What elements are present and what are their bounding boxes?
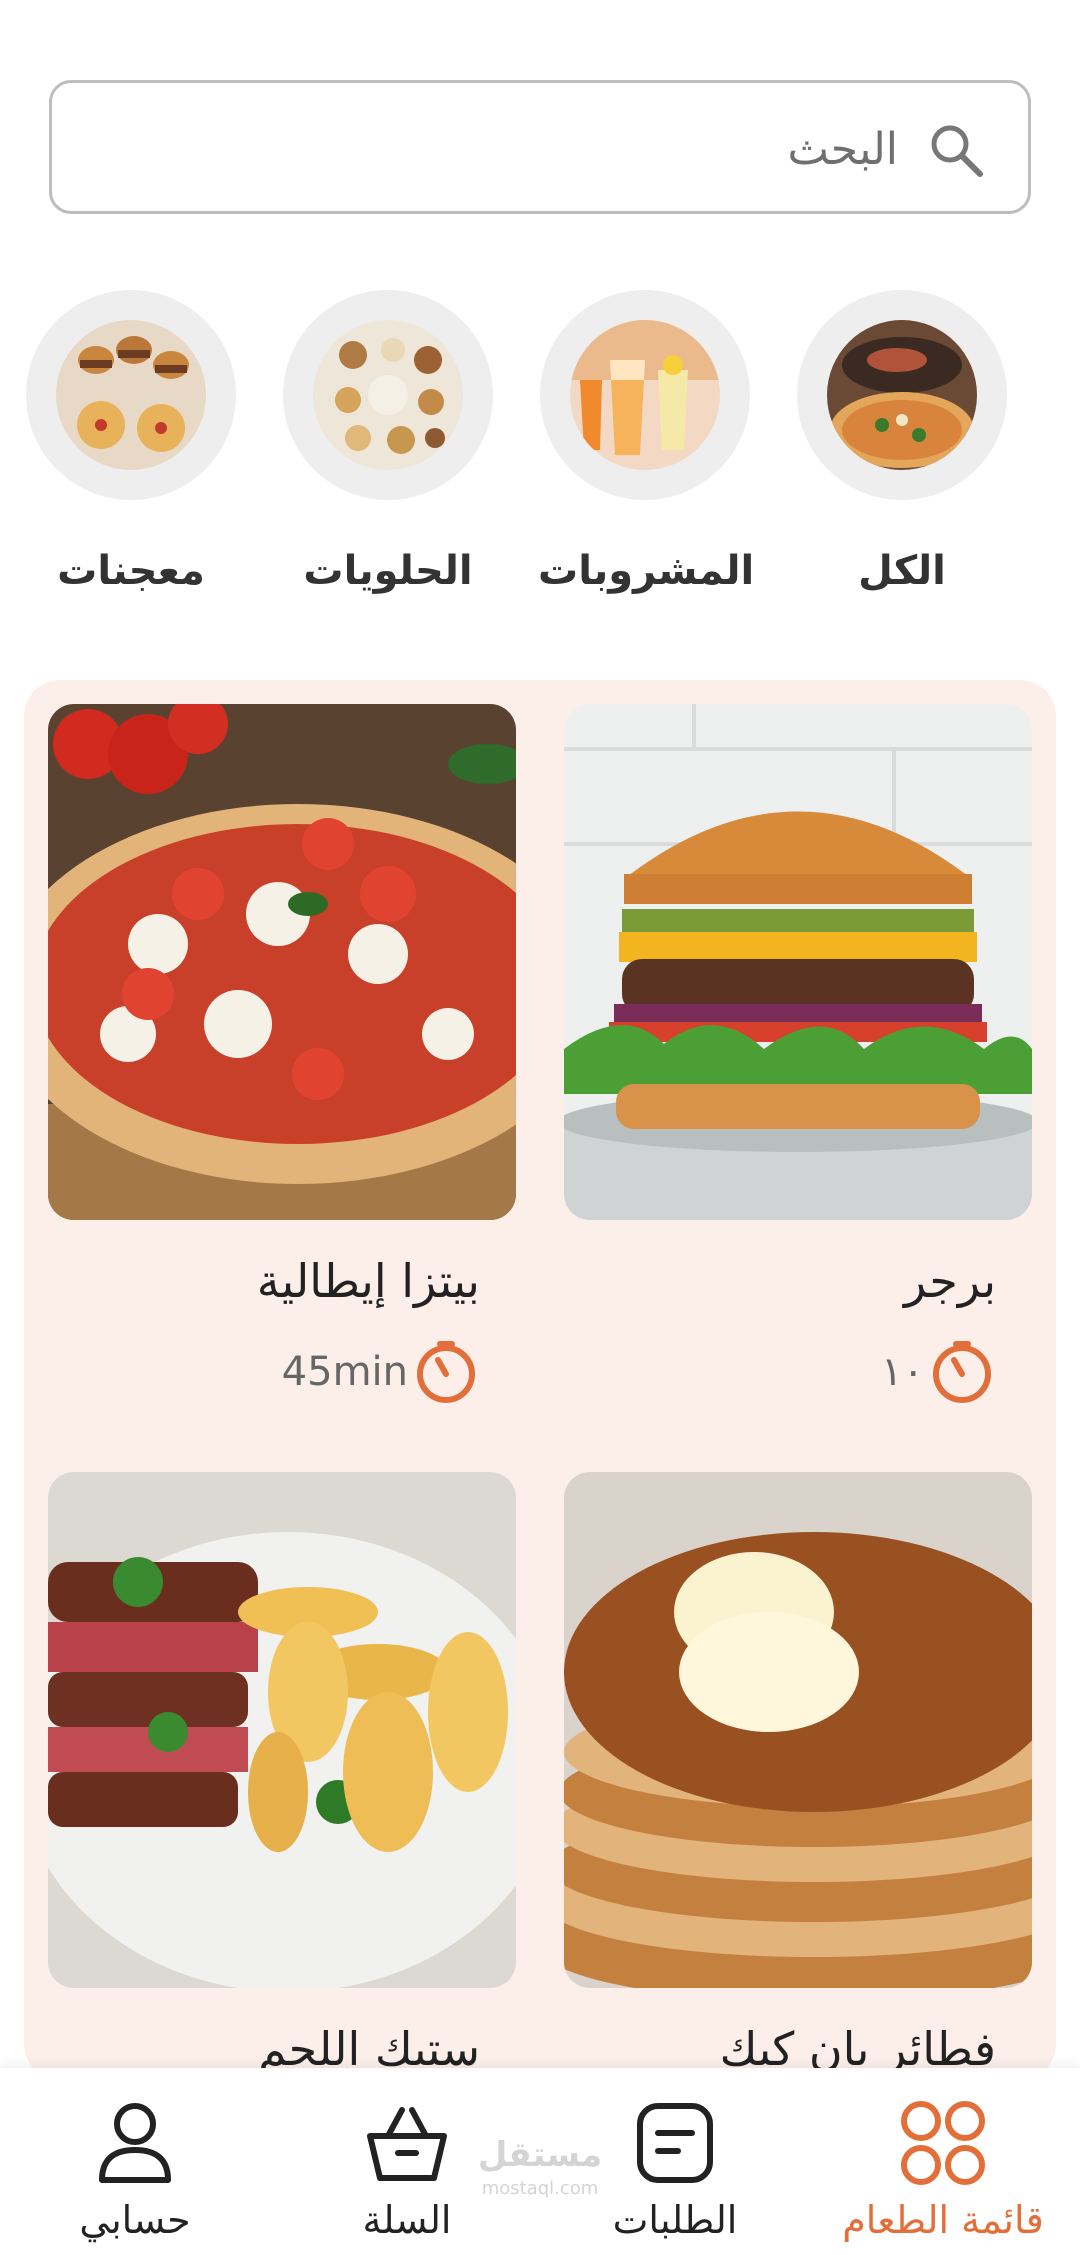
category-label: المشروبات <box>538 548 755 594</box>
steak-image <box>48 1472 516 1988</box>
category-drinks[interactable]: المشروبات <box>538 290 755 594</box>
category-circle <box>797 290 1007 500</box>
orders-icon <box>637 2103 713 2183</box>
menu-screen: الكل المشروبات <box>0 0 1080 2255</box>
product-time-text: ١٠ <box>881 1349 924 1395</box>
category-circle <box>26 290 236 500</box>
pastries-image <box>56 320 206 470</box>
nav-label: حسابي <box>79 2198 191 2242</box>
pancakes-image <box>564 1472 1032 1988</box>
category-sweets[interactable]: الحلويات <box>281 290 495 594</box>
product-title: بيتزا إيطالية <box>256 1254 480 1308</box>
product-image <box>564 704 1032 1220</box>
product-image <box>48 1472 516 1988</box>
nav-account[interactable]: حسابي <box>10 2098 260 2242</box>
pizza-grill-image <box>827 320 977 470</box>
pizza-image <box>48 704 516 1220</box>
category-circle <box>283 290 493 500</box>
product-time: 45min <box>48 1338 516 1406</box>
timer-icon <box>933 1341 991 1403</box>
timer-icon <box>417 1341 475 1403</box>
product-card-pancakes[interactable]: فطائر بان كيك <box>564 1472 1032 2076</box>
search-icon[interactable] <box>926 120 986 180</box>
product-image <box>564 1472 1032 1988</box>
product-card-burger[interactable]: برجر ١٠ <box>564 704 1032 1406</box>
search-input[interactable] <box>120 111 900 187</box>
category-label: الحلويات <box>303 548 473 594</box>
watermark: مستقل mostaql.com <box>470 2138 610 2206</box>
product-title: برجر <box>904 1254 996 1308</box>
product-time-text: 45min <box>281 1349 408 1395</box>
category-circle <box>540 290 750 500</box>
nav-menu[interactable]: قائمة الطعام <box>818 2098 1068 2242</box>
grid-icon <box>901 2101 985 2185</box>
sweets-image <box>313 320 463 470</box>
category-pastries[interactable]: معجنات <box>24 290 238 594</box>
nav-label: قائمة الطعام <box>842 2198 1044 2242</box>
search-bar[interactable] <box>49 80 1031 214</box>
basket-icon <box>367 2107 447 2181</box>
drinks-image <box>570 320 720 470</box>
burger-image <box>564 704 1032 1220</box>
product-time: ١٠ <box>564 1338 1032 1406</box>
category-all[interactable]: الكل <box>795 290 1009 594</box>
category-label: معجنات <box>57 548 205 594</box>
product-card-pizza[interactable]: بيتزا إيطالية 45min <box>48 704 516 1406</box>
category-label: الكل <box>858 548 946 594</box>
user-icon <box>99 2103 171 2183</box>
watermark-sub: mostaql.com <box>481 2178 599 2199</box>
product-card-steak[interactable]: ستيك اللحم <box>48 1472 516 2076</box>
products-panel: برجر ١٠ بيتزا إيطالية 45min فطائر بان كي… <box>24 680 1056 2080</box>
bottom-nav: قائمة الطعام الطلبات السلة حسابي مستقل m… <box>0 2068 1080 2255</box>
product-image <box>48 704 516 1220</box>
watermark-main: مستقل <box>477 2135 603 2175</box>
